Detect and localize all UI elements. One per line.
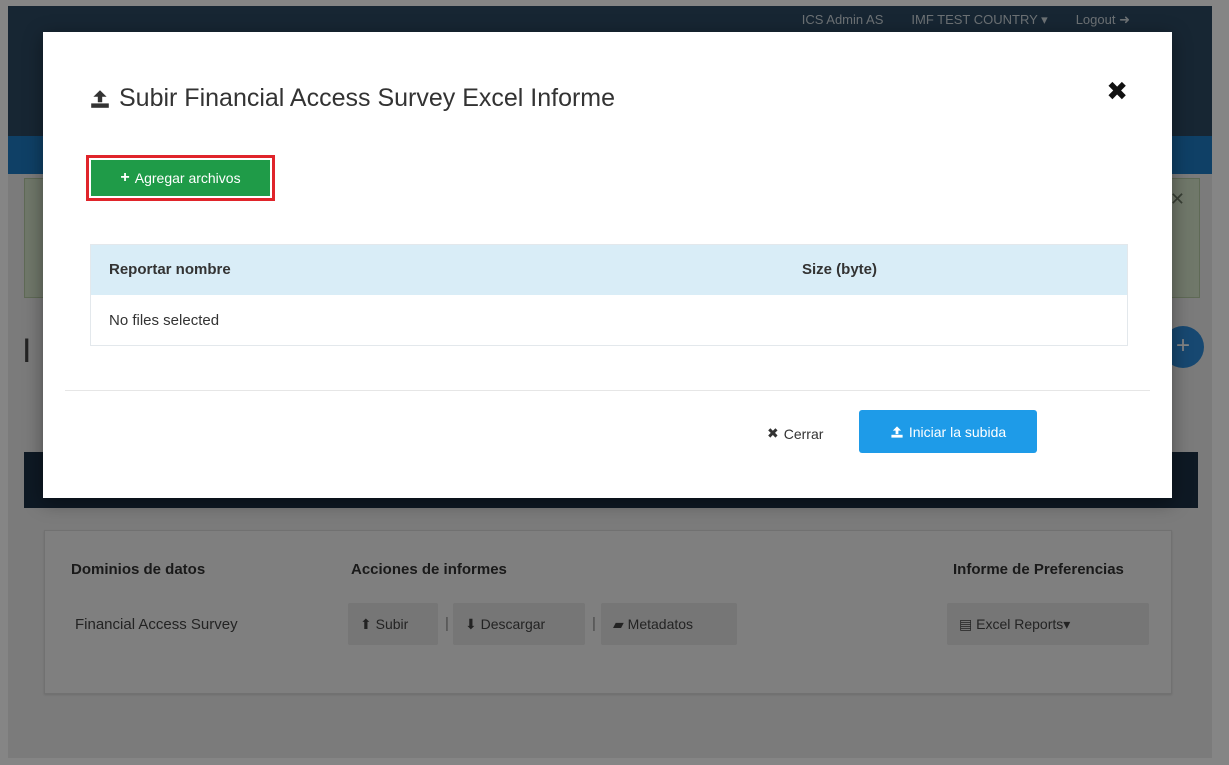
upload-modal: Subir Financial Access Survey Excel Info… — [43, 32, 1172, 498]
cancel-button[interactable]: ✖ Cerrar — [767, 425, 823, 442]
table-row: No files selected — [91, 295, 1127, 345]
upload-icon — [91, 89, 109, 108]
add-files-button[interactable]: + Agregar archivos — [91, 160, 270, 196]
add-files-highlight: + Agregar archivos — [86, 155, 275, 201]
plus-icon: + — [120, 169, 130, 186]
empty-message: No files selected — [109, 312, 220, 329]
footer-divider — [65, 390, 1150, 391]
upload-icon — [891, 425, 903, 438]
modal-title: Subir Financial Access Survey Excel Info… — [89, 84, 615, 113]
col-header-size: Size (byte) — [802, 261, 878, 278]
cancel-label: Cerrar — [783, 425, 824, 442]
modal-title-text: Subir Financial Access Survey Excel Info… — [119, 84, 616, 112]
table-header: Reportar nombre Size (byte) — [91, 245, 1127, 295]
start-upload-label: Iniciar la subida — [908, 423, 1007, 440]
col-header-report-name: Reportar nombre — [109, 261, 231, 278]
close-icon: ✖ — [767, 425, 779, 441]
files-table: Reportar nombre Size (byte) No files sel… — [90, 244, 1128, 346]
close-icon[interactable]: ✖ — [1106, 76, 1128, 107]
add-files-label: Agregar archivos — [134, 170, 241, 186]
start-upload-button[interactable]: Iniciar la subida — [859, 410, 1037, 453]
